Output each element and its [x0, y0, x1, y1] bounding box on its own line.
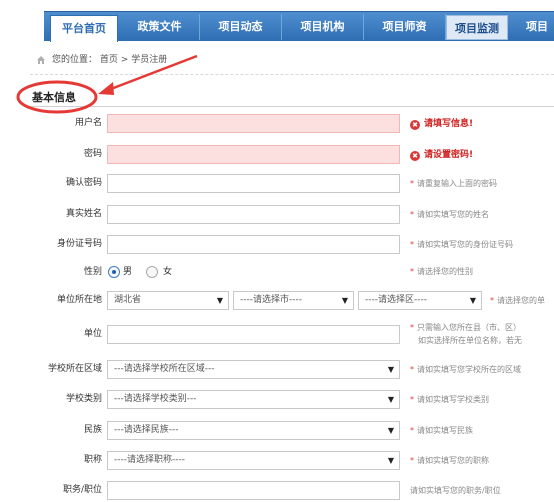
- gender-label: 性别: [83, 267, 102, 277]
- position-label: 职务/职位: [62, 485, 102, 495]
- breadcrumb-prefix: 您的位置：: [52, 55, 98, 65]
- breadcrumb-separator: >: [120, 55, 129, 65]
- confirm-password-label: 确认密码: [65, 178, 102, 188]
- gender-male-label[interactable]: 男: [123, 266, 132, 278]
- chevron-down-icon: ▼: [387, 426, 394, 435]
- chevron-down-icon: ▼: [387, 365, 394, 374]
- gender-female-radio[interactable]: [146, 266, 158, 278]
- district-select[interactable]: ----请选择区---- ▼: [358, 291, 482, 310]
- district-select-value: ----请选择区----: [365, 295, 427, 305]
- school-area-select-value: ---请选择学校所在区域---: [114, 364, 215, 374]
- school-area-hint-text: 请如实填写您学校所在的区域: [417, 365, 521, 374]
- province-select-value: 湖北省: [114, 295, 142, 305]
- gender-hint-text: 请选择您的性别: [417, 267, 473, 276]
- school-type-select-value: ---请选择学校类别---: [114, 394, 197, 404]
- work-location-hint: * 请选择您的单: [490, 296, 545, 305]
- city-select[interactable]: ----请选择市---- ▼: [233, 291, 354, 310]
- position-hint: 请如实填写您的职务/职位: [410, 486, 501, 495]
- real-name-hint-text: 请如实填写您的姓名: [417, 210, 489, 219]
- school-area-select[interactable]: ---请选择学校所在区域--- ▼: [107, 360, 400, 379]
- title-label: 职称: [83, 455, 102, 465]
- real-name-hint: * 请如实填写您的姓名: [410, 210, 489, 219]
- ethnicity-label: 民族: [83, 425, 102, 435]
- id-number-input[interactable]: [107, 235, 400, 254]
- breadcrumb-current: 学员注册: [131, 55, 168, 65]
- nav-item-teachers[interactable]: 项目师资: [364, 14, 446, 40]
- confirm-password-hint-text: 请重复输入上面的密码: [417, 179, 497, 188]
- school-area-label: 学校所在区域: [47, 364, 102, 374]
- school-type-hint-text: 请如实填写学校类别: [417, 395, 489, 404]
- password-input[interactable]: [107, 145, 400, 164]
- chevron-down-icon: ▼: [216, 296, 223, 305]
- nav-item-policy[interactable]: 政策文件: [120, 14, 200, 40]
- top-nav: 平台首页 政策文件 项目动态 项目机构 项目师资 项目监测 项目: [44, 11, 554, 42]
- id-number-label: 身份证号码: [56, 239, 102, 249]
- chevron-down-icon: ▼: [341, 296, 348, 305]
- ethnicity-hint: * 请如实填写民族: [410, 426, 473, 435]
- work-location-label: 单位所在地: [56, 295, 102, 305]
- unit-hint-1: * 只需输入您所在县（市、区）: [410, 323, 521, 332]
- username-label: 用户名: [74, 118, 102, 128]
- password-error: ✖ 请设置密码!: [410, 148, 473, 162]
- error-icon: ✖: [410, 120, 420, 130]
- breadcrumb-divider: [30, 74, 554, 75]
- username-error-text: 请填写信息!: [424, 119, 474, 129]
- home-icon[interactable]: [36, 55, 46, 65]
- ethnicity-select[interactable]: ---请选择民族--- ▼: [107, 421, 400, 440]
- chevron-down-icon: ▼: [469, 296, 476, 305]
- school-type-hint: * 请如实填写学校类别: [410, 395, 489, 404]
- unit-hint-2: 如实选择所在单位名称，若无: [418, 336, 522, 345]
- nav-item-more[interactable]: 项目: [510, 14, 554, 40]
- real-name-label: 真实姓名: [65, 209, 102, 219]
- section-title: 基本信息: [32, 91, 76, 104]
- chevron-down-icon: ▼: [387, 456, 394, 465]
- unit-label: 单位: [83, 329, 102, 339]
- title-select-value: ----请选择职称----: [114, 455, 185, 465]
- confirm-password-input[interactable]: [107, 174, 400, 193]
- username-error: ✖ 请填写信息!: [410, 117, 473, 131]
- city-select-value: ----请选择市----: [240, 295, 302, 305]
- password-label: 密码: [83, 149, 102, 159]
- province-select[interactable]: 湖北省 ▼: [107, 291, 229, 310]
- breadcrumb: 您的位置： 首页 > 学员注册: [52, 53, 167, 67]
- nav-item-institution[interactable]: 项目机构: [282, 14, 364, 40]
- unit-hint-text-1: 只需输入您所在县（市、区）: [417, 323, 521, 332]
- work-location-hint-text: 请选择您的单: [497, 296, 545, 305]
- gender-hint: * 请选择您的性别: [410, 267, 473, 276]
- section-divider: [30, 106, 554, 107]
- annotation-arrow-head: [98, 82, 114, 95]
- ethnicity-hint-text: 请如实填写民族: [417, 426, 473, 435]
- ethnicity-select-value: ---请选择民族---: [114, 425, 179, 435]
- username-input[interactable]: [107, 114, 400, 133]
- gender-male-radio[interactable]: [108, 266, 120, 278]
- nav-item-home[interactable]: 平台首页: [50, 15, 118, 42]
- unit-input[interactable]: [107, 325, 400, 344]
- nav-item-news[interactable]: 项目动态: [200, 14, 282, 40]
- id-number-hint-text: 请如实填写您的身份证号码: [417, 240, 513, 249]
- password-error-text: 请设置密码!: [424, 150, 474, 160]
- title-hint-text: 请如实填写您的职称: [417, 456, 489, 465]
- title-hint: * 请如实填写您的职称: [410, 456, 489, 465]
- gender-female-label[interactable]: 女: [163, 266, 172, 278]
- error-icon: ✖: [410, 151, 420, 161]
- title-select[interactable]: ----请选择职称---- ▼: [107, 451, 400, 470]
- school-area-hint: * 请如实填写您学校所在的区域: [410, 365, 521, 374]
- chevron-down-icon: ▼: [387, 395, 394, 404]
- breadcrumb-home-link[interactable]: 首页: [100, 55, 118, 65]
- nav-item-monitor[interactable]: 项目监测: [446, 15, 508, 40]
- position-input[interactable]: [107, 481, 400, 500]
- school-type-select[interactable]: ---请选择学校类别--- ▼: [107, 390, 400, 409]
- confirm-password-hint: * 请重复输入上面的密码: [410, 179, 497, 188]
- id-number-hint: * 请如实填写您的身份证号码: [410, 240, 513, 249]
- school-type-label: 学校类别: [65, 394, 102, 404]
- real-name-input[interactable]: [107, 205, 400, 224]
